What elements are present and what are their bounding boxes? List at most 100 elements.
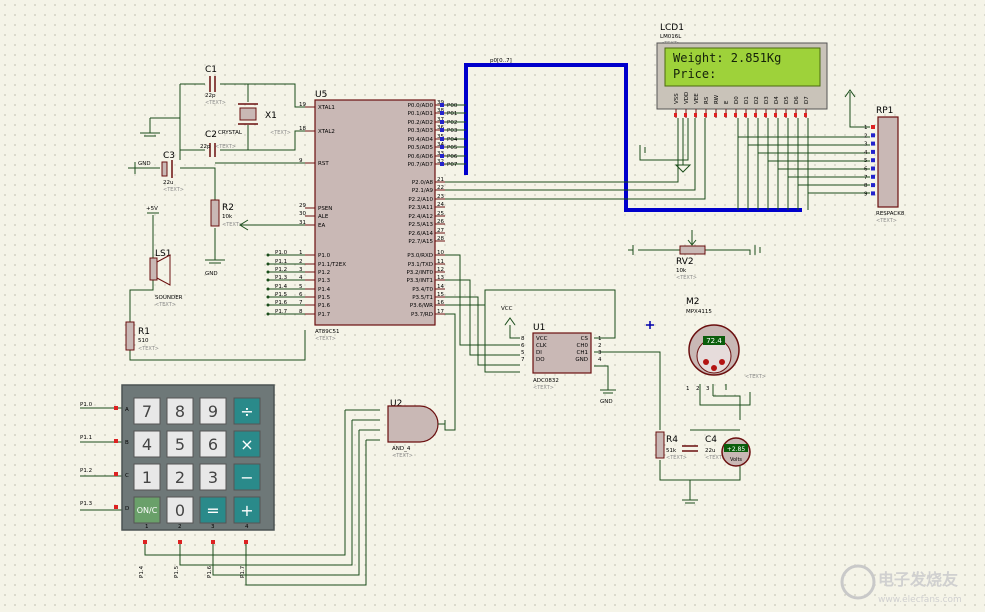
junction-dot xyxy=(266,312,270,316)
p1-net-label: P1.3 xyxy=(275,275,288,281)
rp1-ref: RP1 xyxy=(876,106,893,116)
mcu-pin-number: 21 xyxy=(437,177,444,183)
m2-model: MPX4115 xyxy=(686,309,712,315)
keypad-col-pin: 2 xyxy=(178,524,182,530)
keypad-key[interactable]: + xyxy=(233,496,261,524)
mcu-pin-number: 4 xyxy=(299,275,303,281)
lcd-pin-label: VSS xyxy=(674,93,680,104)
u1-pin-label: GND xyxy=(575,357,588,363)
keypad-key[interactable]: 6 xyxy=(199,430,227,458)
mcu-pin-label: P2.4/A12 xyxy=(408,214,433,220)
lcd-pin-label: E xyxy=(724,100,730,104)
mcu-pin-label: P3.0/RXD xyxy=(407,253,433,259)
mcu-pin-label: P3.1/TXD xyxy=(408,262,433,268)
pin-marker xyxy=(744,113,747,117)
pin-marker xyxy=(178,540,182,544)
pin-marker xyxy=(804,113,807,117)
p1-net-label: P1.5 xyxy=(275,292,288,298)
voltmeter[interactable]: +2.85 Volts xyxy=(721,437,751,467)
u1-pin-number: 1 xyxy=(598,336,602,342)
keypad-key[interactable]: 9 xyxy=(199,397,227,425)
pin-marker xyxy=(734,113,737,117)
keypad-col-net: P1.7 xyxy=(240,565,246,578)
keypad-key[interactable]: 1 xyxy=(133,463,161,491)
mcu-ref: U5 xyxy=(315,90,327,100)
keypad-key[interactable]: = xyxy=(199,496,227,524)
mcu-pin-label: RST xyxy=(318,161,329,167)
keypad-key[interactable]: ÷ xyxy=(233,397,261,425)
keypad-key-label: 7 xyxy=(142,402,152,421)
mcu-pin-number: 22 xyxy=(437,185,444,191)
u1-pin-label: CS xyxy=(581,336,589,342)
r1-ref: R1 xyxy=(138,327,150,337)
mcu-pin-label: EA xyxy=(318,223,325,229)
u1-pin-number: 2 xyxy=(598,343,602,349)
pin-marker xyxy=(143,540,147,544)
junction-dot xyxy=(266,253,270,257)
rp1-pin-number: 9 xyxy=(864,191,868,197)
keypad-key[interactable]: 5 xyxy=(166,430,194,458)
rv2-value: 10k xyxy=(676,268,687,274)
rp1-pin-number: 6 xyxy=(864,167,868,173)
mcu-pin-label: P0.7/AD7 xyxy=(408,162,434,168)
keypad-key[interactable]: × xyxy=(233,430,261,458)
m2-text-tag: <TEXT> xyxy=(745,374,766,380)
keypad-key[interactable]: 0 xyxy=(166,496,194,524)
mcu-pin-label: P3.5/T1 xyxy=(412,295,433,301)
mcu-pin-number: 25 xyxy=(437,211,444,217)
ls1-text-tag: <TEXT> xyxy=(155,302,176,308)
p0-net-label: P03 xyxy=(447,128,458,134)
pin-marker xyxy=(440,137,444,141)
mcu-pin-label: P0.0/AD0 xyxy=(408,103,434,109)
keypad-col-pin: 3 xyxy=(211,524,215,530)
mcu-pin-label: P2.6/A14 xyxy=(408,231,433,237)
lcd-pin-label: D6 xyxy=(794,96,800,104)
mcu-pin-label: P2.0/A8 xyxy=(412,180,434,186)
mcu-pin-number: 26 xyxy=(437,219,444,225)
rp1-pin-number: 2 xyxy=(864,133,868,139)
keypad-key-label: 5 xyxy=(175,435,185,454)
pin-marker xyxy=(674,113,677,117)
gnd-label-1: GND xyxy=(138,161,151,167)
keypad-row-net: P1.1 xyxy=(80,435,92,441)
lcd-pin-label: D4 xyxy=(774,96,780,104)
keypad-col-pin: 4 xyxy=(245,524,249,530)
u1-pin-number: 6 xyxy=(521,343,525,349)
mcu-pin-number: 5 xyxy=(299,284,303,290)
p0-net-label: P00 xyxy=(447,103,458,109)
mcu-model: AT89C51 xyxy=(315,329,340,335)
keypad-key[interactable]: 3 xyxy=(199,463,227,491)
vcc-label: VCC xyxy=(501,306,513,312)
mcu-pin-label: P0.5/AD5 xyxy=(408,145,434,151)
mcu-pin-number: 9 xyxy=(299,158,303,164)
keypad-row-net: P1.0 xyxy=(80,402,93,408)
mcu-pin-number: 10 xyxy=(437,250,444,256)
mcu-pin-label: P1.6 xyxy=(318,303,331,309)
lcd-ref: LCD1 xyxy=(660,23,684,33)
lcd-pin-label: D0 xyxy=(734,96,740,104)
keypad-key[interactable]: − xyxy=(233,463,261,491)
keypad-key[interactable]: 7 xyxy=(133,397,161,425)
voltmeter-unit: Volts xyxy=(730,457,742,463)
keypad-key[interactable]: 2 xyxy=(166,463,194,491)
lcd-pin-label: D7 xyxy=(804,96,810,104)
mcu-pin-number: 27 xyxy=(437,228,444,234)
keypad-key[interactable]: ON/C xyxy=(133,496,161,524)
rv2-text-tag: <TEXT> xyxy=(676,275,697,281)
rp1-value: RESPACK8 xyxy=(876,211,905,217)
pin-marker xyxy=(774,113,777,117)
p0-net-label: P05 xyxy=(447,145,458,151)
c1-ref: C1 xyxy=(205,65,217,75)
mcu-u5[interactable]: U5 19 XTAL1 18 XTAL2 9 RST 29 PSEN 30 ALE 31 EA 1 P1.… xyxy=(299,90,458,342)
x1-text-tag: <TEXT> xyxy=(270,130,291,136)
pin-marker xyxy=(794,113,797,117)
keypad-key[interactable]: 4 xyxy=(133,430,161,458)
keypad-key[interactable]: 8 xyxy=(166,397,194,425)
pin-marker xyxy=(704,113,707,117)
mcu-pin-number: 7 xyxy=(299,300,303,306)
mcu-pin-label: P2.7/A15 xyxy=(408,239,433,245)
pin-marker xyxy=(871,133,875,138)
mcu-pin-label: XTAL1 xyxy=(318,105,335,111)
mcu-pin-label: P3.3/INT1 xyxy=(406,278,433,284)
mcu-pin-number: 13 xyxy=(437,275,444,281)
